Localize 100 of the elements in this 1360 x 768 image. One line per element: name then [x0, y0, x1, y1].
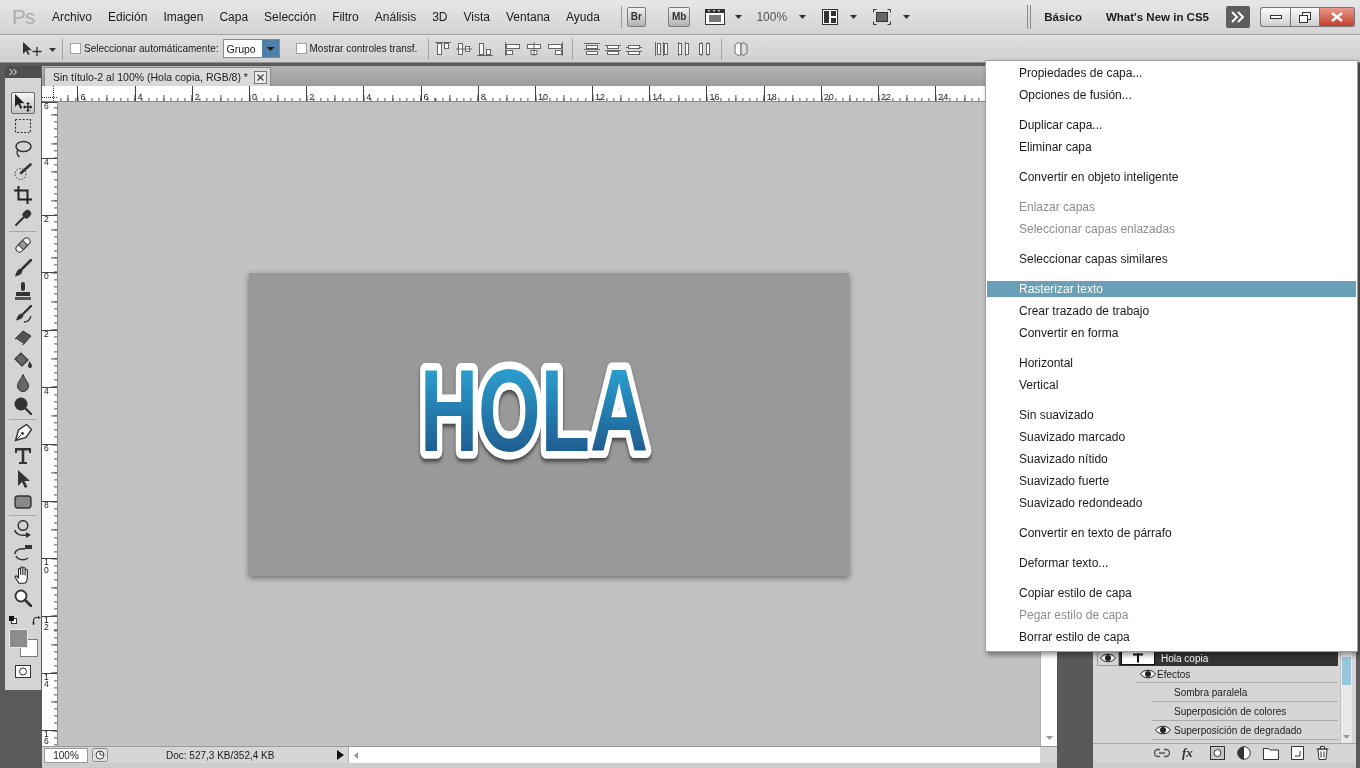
caret-icon[interactable] [735, 15, 743, 19]
align-right-icon[interactable] [547, 41, 564, 56]
ruler-label: 20 [823, 92, 834, 101]
align-center-icon[interactable] [526, 41, 543, 56]
distribute-top-icon[interactable] [584, 41, 601, 56]
screen-mode-icon[interactable] [873, 9, 892, 25]
effects-item[interactable]: Efectos [1136, 666, 1338, 683]
tab-close-icon[interactable] [253, 70, 267, 84]
collapse-chevron-icon[interactable] [9, 69, 17, 75]
effect-item[interactable]: Sombra paralela [1152, 683, 1338, 702]
document-tab[interactable]: Sin título-2 al 100% (Hola copia, RGB/8) * [44, 67, 271, 86]
scroll-down-icon[interactable] [1045, 736, 1053, 740]
launcher-button[interactable]: Br [626, 7, 646, 27]
ruler-label: 6 [44, 103, 50, 111]
menu-item[interactable]: Propiedades de capa... [987, 65, 1356, 81]
caret-icon[interactable] [799, 15, 807, 19]
fx-button[interactable]: fx [1182, 746, 1198, 760]
menu-item[interactable]: Duplicar capa... [987, 117, 1356, 133]
workspace-button[interactable]: Básico [1044, 11, 1082, 23]
auto-align-icon[interactable] [733, 41, 750, 56]
menu-item[interactable]: Suavizado nítido [987, 451, 1356, 467]
menu-item[interactable]: Crear trazado de trabajo [987, 303, 1356, 319]
align-bottom-icon[interactable] [477, 41, 494, 56]
tool-button[interactable] [11, 184, 35, 206]
menu-item[interactable]: Suavizado redondeado [987, 495, 1356, 511]
menu-item[interactable]: Sin suavizado [987, 407, 1356, 423]
launcher-button[interactable]: Mb [667, 7, 691, 27]
menu-arrow-icon[interactable] [337, 750, 344, 760]
menu-item[interactable]: Copiar estilo de capa [987, 585, 1356, 601]
align-left-icon[interactable] [505, 41, 522, 56]
menu-item[interactable]: Archivo [44, 8, 100, 26]
tool-button[interactable] [11, 92, 35, 114]
rounded-rectangle-icon [14, 493, 32, 511]
menu-item[interactable]: Suavizado marcado [987, 429, 1356, 445]
dropdown-caret-icon [261, 40, 279, 57]
menu-item[interactable]: Capa [211, 8, 257, 26]
menu-item[interactable]: Edición [100, 8, 156, 26]
menu-item[interactable]: Filtro [324, 8, 367, 26]
default-colors-icon[interactable] [9, 616, 17, 624]
align-middle-icon[interactable] [456, 41, 473, 56]
double-chevron-icon[interactable] [1226, 6, 1250, 28]
layout-grid-icon[interactable] [822, 9, 839, 25]
clock-icon[interactable] [92, 748, 108, 762]
menu-item[interactable]: Imagen [155, 8, 212, 26]
link-icon[interactable] [1154, 748, 1170, 758]
transform-controls-checkbox[interactable] [295, 43, 307, 54]
menu-item[interactable]: Seleccionar capas similares [987, 251, 1356, 267]
menu-item[interactable]: Borrar estilo de capa [987, 629, 1356, 645]
scroll-left-icon[interactable] [354, 751, 358, 759]
menu-item[interactable]: Vertical [987, 377, 1356, 393]
close-button[interactable] [1320, 7, 1355, 27]
align-top-icon[interactable] [435, 41, 452, 56]
swap-colors-icon[interactable] [32, 615, 41, 625]
effect-item[interactable]: Superposición de colores [1152, 702, 1338, 721]
layers-scrollbar[interactable] [1340, 650, 1352, 743]
caret-icon[interactable] [850, 15, 858, 19]
tool-button[interactable] [11, 422, 35, 444]
scrollbar-thumb[interactable] [1342, 657, 1351, 685]
distribute-right-icon[interactable] [696, 41, 713, 56]
trash-icon[interactable] [1316, 746, 1329, 760]
distribute-center-icon[interactable] [675, 41, 692, 56]
lollipop-icon [14, 397, 32, 415]
folder-icon[interactable] [1263, 746, 1279, 760]
menu-item[interactable]: Convertir en texto de párrafo [987, 525, 1356, 541]
menu-item[interactable]: Eliminar capa [987, 139, 1356, 155]
menu-item[interactable]: Ayuda [558, 8, 608, 26]
horizontal-scrollbar[interactable] [348, 746, 1040, 764]
tool-button[interactable] [11, 161, 35, 183]
move-icon [14, 94, 32, 112]
menu-item[interactable]: Deformar texto... [987, 555, 1356, 571]
auto-select-dropdown[interactable]: Grupo [222, 39, 280, 58]
restore-button[interactable] [1290, 7, 1320, 27]
ruler-label: 0 [44, 273, 50, 281]
menu-item[interactable]: Convertir en forma [987, 325, 1356, 341]
menu-item[interactable]: Suavizado fuerte [987, 473, 1356, 489]
workspace-button[interactable]: What's New in CS5 [1105, 11, 1209, 23]
half-circle-icon[interactable] [1237, 746, 1251, 760]
menu-item[interactable]: Opciones de fusión... [987, 87, 1356, 103]
menu-item[interactable]: 3D [424, 8, 456, 26]
zoom-level-dropdown[interactable]: 100% [756, 10, 788, 24]
menu-item[interactable]: Vista [455, 8, 498, 26]
quick-mask-icon[interactable] [15, 665, 31, 678]
menu-item[interactable]: Ventana [497, 8, 558, 26]
new-layer-icon[interactable] [1291, 746, 1304, 760]
history-brush-icon [14, 305, 32, 323]
window-frame-icon[interactable] [705, 9, 726, 25]
move-preset-icon[interactable] [22, 41, 56, 56]
menu-item[interactable]: Análisis [366, 8, 425, 26]
zoom-field[interactable]: 100% [44, 747, 88, 763]
menu-item[interactable]: Horizontal [987, 355, 1356, 371]
minimize-button[interactable] [1260, 7, 1290, 27]
distribute-left-icon[interactable] [654, 41, 671, 56]
effect-item[interactable]: Superposición de degradado [1152, 721, 1338, 740]
menu-item[interactable]: Convertir en objeto inteligente [987, 169, 1356, 185]
mask-icon[interactable] [1210, 746, 1225, 760]
caret-icon[interactable] [903, 15, 911, 19]
menu-item[interactable]: Selección [256, 8, 325, 26]
eraser-icon [14, 328, 32, 346]
foreground-swatch-icon[interactable] [9, 629, 28, 648]
auto-select-checkbox[interactable] [70, 43, 81, 54]
